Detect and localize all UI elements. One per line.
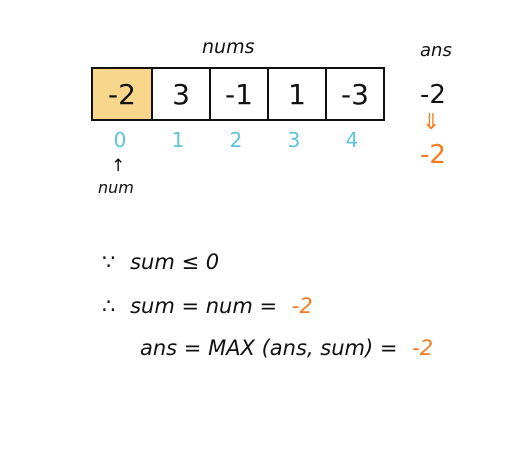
step-2-text: sum = num =	[130, 294, 278, 318]
therefore-symbol: ∴	[102, 294, 116, 318]
step-3: ans = MAX (ans, sum) = -2	[140, 336, 433, 360]
pointer-arrow-icon: ↑	[111, 156, 126, 176]
ans-before: -2	[420, 80, 446, 110]
step-1: ∵ sum ≤ 0	[102, 250, 219, 274]
because-symbol: ∵	[102, 250, 116, 274]
step-3-result: -2	[412, 336, 434, 360]
ans-after: -2	[420, 140, 446, 170]
index-4: 4	[345, 128, 359, 152]
step-3-text: ans = MAX (ans, sum) =	[140, 336, 398, 360]
index-1: 1	[171, 128, 185, 152]
nums-array: -2 3 -1 1 -3	[91, 67, 385, 121]
step-2: ∴ sum = num = -2	[102, 294, 313, 318]
array-cell-1: 3	[151, 69, 209, 119]
array-cell-0: -2	[93, 69, 151, 119]
ans-label: ans	[420, 40, 452, 61]
array-cell-3: 1	[267, 69, 325, 119]
index-0: 0	[113, 128, 127, 152]
pointer-label: num	[98, 178, 134, 197]
index-2: 2	[229, 128, 243, 152]
step-2-result: -2	[291, 294, 313, 318]
array-label: nums	[202, 36, 255, 58]
array-cell-4: -3	[325, 69, 383, 119]
index-3: 3	[287, 128, 301, 152]
array-cell-2: -1	[209, 69, 267, 119]
step-1-text: sum ≤ 0	[130, 250, 220, 274]
down-arrow-icon: ⇓	[422, 110, 441, 135]
